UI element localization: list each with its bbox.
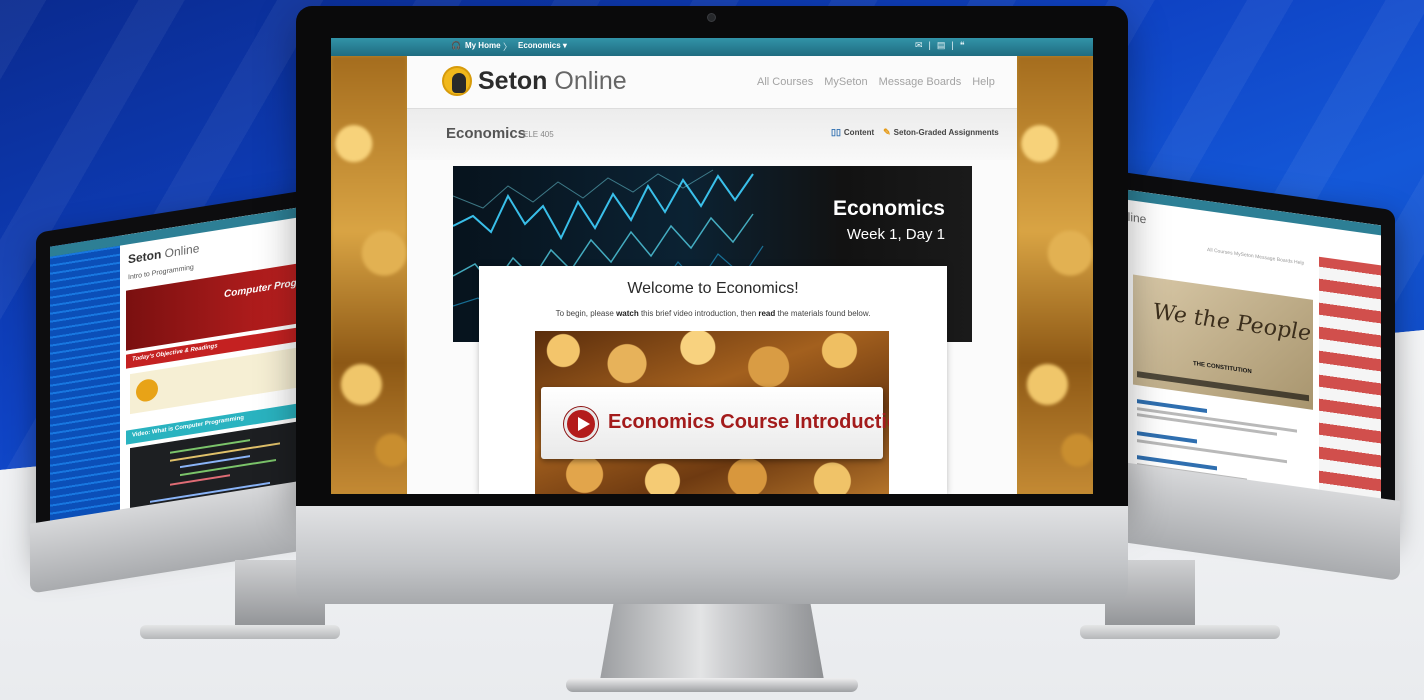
coins-background-right [1017,56,1093,494]
hero-subtitle: Week 1, Day 1 [846,226,945,243]
welcome-instructions: To begin, please watch this brief video … [479,309,947,318]
welcome-text-part: this brief video introduction, then [638,309,759,318]
nav-icon-group: ✉ | ▤ | ❝ [915,40,965,51]
link-all-courses[interactable]: All Courses [757,76,813,88]
constitution-script: We the People [1153,299,1312,347]
webcam-icon [707,13,716,22]
headset-icon: 🎧 [451,41,461,50]
nav-course-dropdown[interactable]: Economics ▾ [518,41,567,50]
flag-image [1319,256,1381,516]
book-icon[interactable]: ▤ [937,40,946,51]
top-nav-bar: 🎧 My Home 〉 Economics ▾ ✉ | ▤ | ❝ [331,38,1093,56]
logo-silhouette [452,73,466,93]
welcome-title: Welcome to Economics! [627,280,799,297]
nav-divider: | [928,40,931,50]
main-monitor-stand [600,604,824,680]
nav-my-home-label: My Home [464,41,501,50]
course-page: Seton Online All Courses MySeton Message… [407,56,1017,494]
main-monitor-chin [296,506,1128,604]
intro-video[interactable]: Economics Course Introduction [535,331,889,494]
code-line [170,439,250,454]
right-monitor-base [1080,625,1280,639]
welcome-card: Welcome to Economics! To begin, please w… [479,266,947,494]
message-icon[interactable]: ❝ [960,40,965,51]
circuit-board-image [50,235,120,537]
welcome-text-part: the materials found below. [775,309,871,318]
nav-my-home[interactable]: 🎧 My Home [451,41,501,50]
course-title: Economics [446,125,527,142]
link-message-boards[interactable]: Message Boards [879,76,962,88]
video-title-bar[interactable]: Economics Course Introduction [541,387,889,459]
welcome-text-read: read [758,309,776,318]
hero-title: Economics [832,197,945,220]
nav-divider: | [951,40,954,50]
seton-logo-icon[interactable] [442,66,472,96]
left-monitor-base [140,625,340,639]
constitution-title: THE CONSTITUTION [1193,360,1252,376]
content-link[interactable]: ▯▯ Content [831,127,874,138]
breadcrumb-separator: 〉 [503,42,513,52]
link-myseton[interactable]: MySeton [824,76,867,88]
left-banner-title: Computer Progr [224,277,301,301]
note-icon [136,377,158,404]
chat-icon[interactable]: ✉ [915,40,923,51]
coins-background-left [331,56,407,494]
assignments-link-label: Seton-Graded Assignments [893,128,999,137]
code-line [170,474,230,486]
assignments-link[interactable]: ✎ Seton-Graded Assignments [883,127,999,138]
pencil-icon: ✎ [883,127,891,137]
seton-logo-text[interactable]: Seton Online [478,67,627,96]
logo-light: Online [547,67,627,95]
content-link-label: Content [843,128,875,137]
logo-bold: Seton [478,67,548,95]
video-title: Economics Course Introduction [608,411,889,433]
link-help[interactable]: Help [972,76,995,88]
main-monitor-screen: 🎧 My Home 〉 Economics ▾ ✉ | ▤ | ❝ Seton … [331,38,1093,494]
welcome-text-watch: watch [616,309,639,318]
course-sub-links: ▯▯ Content ✎ Seton-Graded Assignments [831,127,999,138]
open-book-icon: ▯▯ [831,127,841,137]
header-links: All Courses MySeton Message Boards Help [757,76,995,88]
course-code: ELE 405 [523,130,554,139]
welcome-text-part: To begin, please [555,309,617,318]
main-monitor-base [566,678,858,692]
play-icon[interactable] [564,407,598,441]
course-title-strip: Economics ELE 405 ▯▯ Content ✎ Seton-Gra… [407,108,1017,160]
